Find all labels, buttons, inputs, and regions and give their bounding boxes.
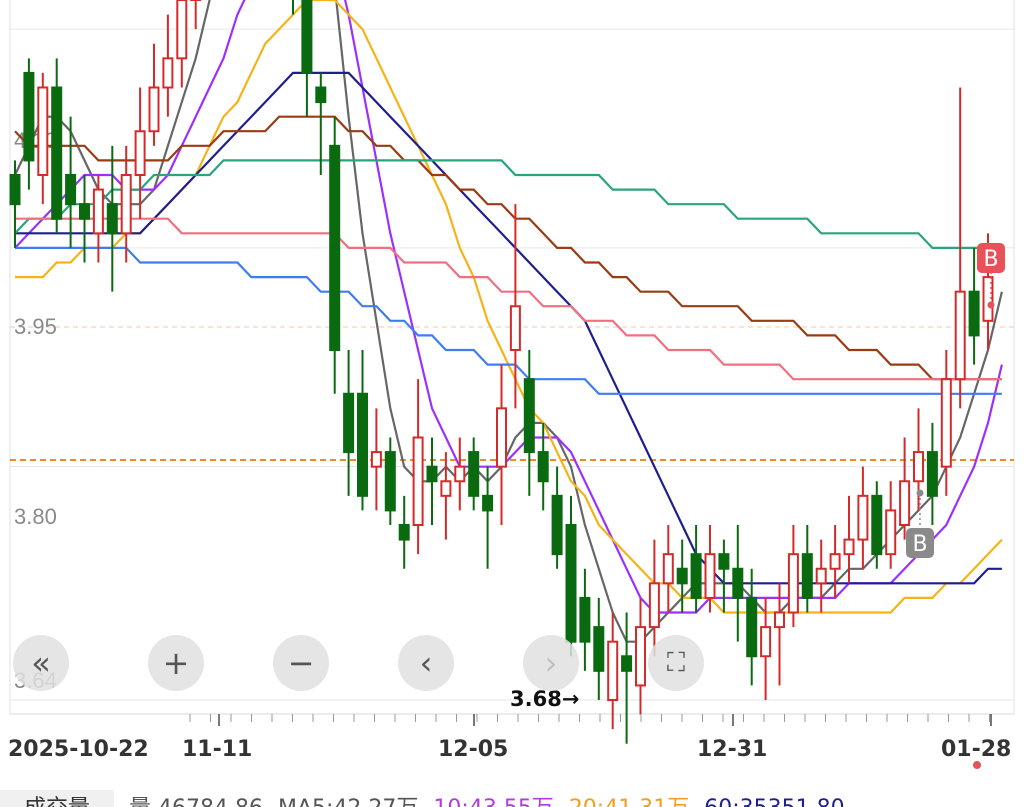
candle-body bbox=[718, 553, 730, 570]
candle-body bbox=[551, 494, 563, 556]
candle-body bbox=[343, 392, 355, 454]
candle-body bbox=[301, 0, 313, 74]
candle-body bbox=[926, 451, 938, 497]
indicator-strip: 成交量 量 46784.86 MA5:42.27万 10:43.55万 20:4… bbox=[0, 790, 1024, 807]
candle-body bbox=[454, 465, 466, 483]
candle-body bbox=[315, 86, 327, 104]
candle-body bbox=[857, 494, 869, 541]
candle-body bbox=[148, 86, 160, 133]
candles-layer bbox=[9, 0, 994, 744]
candle-body bbox=[134, 130, 146, 176]
next-button[interactable]: › bbox=[523, 635, 579, 691]
candle-body bbox=[398, 524, 410, 541]
candle-body bbox=[760, 626, 772, 658]
candle-body bbox=[509, 305, 521, 351]
marker-dot bbox=[987, 301, 995, 309]
collapse-left-button[interactable]: « bbox=[13, 635, 69, 691]
candle-body bbox=[690, 553, 702, 599]
candle-body bbox=[954, 290, 966, 381]
candle-body bbox=[79, 203, 90, 220]
x-tick-label: 12-31 bbox=[697, 737, 767, 762]
candle-body bbox=[774, 611, 785, 629]
fullscreen-button[interactable]: ⛶ bbox=[648, 635, 704, 691]
candle-body bbox=[676, 567, 688, 585]
latest-date-dot bbox=[973, 761, 981, 769]
candle-body bbox=[523, 378, 535, 454]
zoom-out-button[interactable]: − bbox=[273, 635, 329, 691]
buy-marker-label: B bbox=[912, 532, 927, 557]
candle-body bbox=[787, 553, 799, 614]
candle-body bbox=[106, 203, 118, 235]
ma-line bbox=[14, 159, 1002, 249]
candle-body bbox=[829, 553, 841, 570]
y-tick-label: 3.95 bbox=[14, 314, 57, 339]
candle-body bbox=[329, 144, 341, 351]
candle-body bbox=[120, 174, 132, 235]
ma5-value: MA5:42.27万 bbox=[278, 790, 418, 807]
candle-body bbox=[412, 436, 424, 526]
candle-body bbox=[607, 640, 619, 702]
prev-button[interactable]: ‹ bbox=[398, 635, 454, 691]
x-tick-label: 11-11 bbox=[182, 737, 252, 762]
kline-chart[interactable]: 4.103.953.803.64 BB 2025-10-2211-1112-05… bbox=[0, 0, 1024, 807]
y-tick-label: 3.80 bbox=[14, 504, 57, 529]
buy-marker-label: B bbox=[983, 247, 998, 272]
candle-body bbox=[537, 451, 549, 483]
ma-line bbox=[15, 71, 1002, 585]
candle-body bbox=[871, 494, 883, 556]
candle-body bbox=[913, 451, 924, 483]
candle-body bbox=[357, 392, 368, 497]
candle-body bbox=[92, 188, 104, 235]
candle-body bbox=[468, 451, 480, 497]
marker-dot bbox=[916, 489, 924, 497]
kline-chart-stage: 4.103.953.803.64 BB 2025-10-2211-1112-05… bbox=[0, 0, 1024, 807]
x-axis: 2025-10-22 11-11 12-05 12-31 01-28 bbox=[8, 714, 1011, 769]
ma20-value: 20:41.31万 bbox=[569, 790, 689, 807]
candle-body bbox=[732, 567, 744, 599]
candle-body bbox=[482, 494, 494, 512]
candle-body bbox=[593, 626, 605, 672]
volume-value: 量 46784.86 bbox=[129, 790, 263, 807]
candle-body bbox=[65, 174, 77, 206]
candle-body bbox=[579, 596, 591, 643]
candle-body bbox=[426, 465, 438, 483]
candle-body bbox=[704, 553, 716, 599]
candle-body bbox=[843, 538, 855, 556]
x-tick-label: 2025-10-22 bbox=[8, 737, 149, 762]
candle-body bbox=[621, 655, 633, 672]
candle-body bbox=[899, 480, 911, 526]
candle-body bbox=[9, 174, 21, 206]
candle-body bbox=[176, 0, 188, 60]
zoom-in-button[interactable]: + bbox=[148, 635, 204, 691]
candle-body bbox=[801, 553, 813, 599]
candle-body bbox=[746, 596, 758, 658]
candle-body bbox=[815, 567, 827, 585]
candle-body bbox=[648, 582, 660, 629]
candle-body bbox=[51, 86, 63, 220]
candle-body bbox=[370, 451, 382, 468]
candle-body bbox=[384, 451, 396, 512]
candle-body bbox=[565, 524, 577, 643]
candle-body bbox=[496, 407, 507, 468]
ma60-value: 60:35351.80 bbox=[704, 796, 844, 807]
volume-tab[interactable]: 成交量 bbox=[0, 790, 115, 807]
candle-body bbox=[440, 480, 452, 497]
candle-body bbox=[37, 86, 49, 176]
candle-body bbox=[662, 553, 674, 585]
candle-body bbox=[885, 509, 897, 556]
ma-line bbox=[15, 217, 1002, 381]
candle-body bbox=[968, 290, 980, 337]
ma10-value: 10:43.55万 bbox=[433, 790, 553, 807]
ma-line bbox=[15, 0, 1003, 614]
x-tick-label: 01-28 bbox=[941, 737, 1011, 762]
ma-line bbox=[15, 246, 1002, 395]
candle-body bbox=[940, 378, 952, 468]
candle-body bbox=[23, 71, 35, 162]
grid-layer: 4.103.953.803.64 bbox=[9, 0, 1015, 715]
price-annotation: 3.68→ bbox=[510, 687, 580, 711]
candle-body bbox=[635, 626, 646, 687]
ma-line bbox=[14, 0, 1003, 614]
x-tick-label: 12-05 bbox=[438, 737, 508, 762]
candle-body bbox=[162, 57, 174, 89]
